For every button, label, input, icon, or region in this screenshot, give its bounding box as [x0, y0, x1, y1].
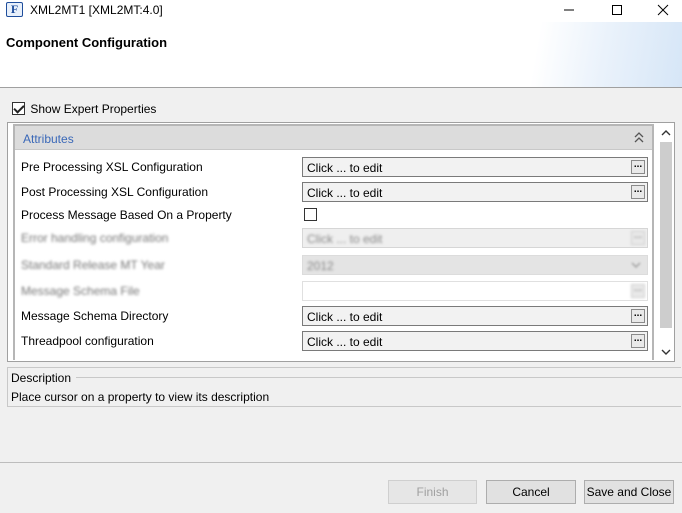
minimize-button[interactable] [546, 0, 592, 22]
property-row: Standard Release MT Year 2012 [15, 253, 652, 277]
close-icon [657, 4, 669, 16]
maximize-icon [612, 5, 622, 15]
property-value: Click ... to edit [307, 186, 383, 200]
property-row[interactable]: Process Message Based On a Property [15, 203, 652, 227]
description-divider [76, 377, 682, 378]
show-expert-label: Show Expert Properties [30, 101, 157, 116]
property-row[interactable]: Pre Processing XSL Configuration Click .… [15, 155, 652, 179]
minimize-icon [564, 9, 574, 11]
property-value-field[interactable]: Click ... to edit ... [302, 331, 648, 351]
show-expert-properties[interactable]: Show Expert Properties [12, 101, 156, 117]
property-name: Post Processing XSL Configuration [21, 185, 208, 199]
ellipsis-button[interactable]: ... [631, 185, 645, 199]
scrollbar-thumb[interactable] [660, 142, 672, 328]
close-button[interactable] [640, 0, 682, 22]
property-row[interactable]: Post Processing XSL Configuration Click … [15, 180, 652, 204]
section-attributes[interactable]: Attributes [15, 126, 652, 150]
chevron-down-icon [631, 262, 641, 268]
property-checkbox[interactable] [304, 208, 317, 221]
show-expert-checkbox[interactable] [12, 102, 25, 116]
property-value-field: Click ... to edit ... [302, 228, 648, 248]
property-select: 2012 [302, 255, 648, 275]
property-name: Error handling configuration [21, 231, 169, 245]
ellipsis-button[interactable]: ... [631, 160, 645, 174]
property-panel: Attributes Pre Processing XSL Configurat… [7, 122, 675, 362]
property-value-field[interactable]: Click ... to edit ... [302, 182, 648, 202]
property-row[interactable]: Message Schema Directory Click ... to ed… [15, 304, 652, 328]
property-sheet: Attributes Pre Processing XSL Configurat… [13, 124, 654, 360]
section-label: Attributes [23, 132, 74, 146]
ellipsis-button[interactable]: ... [631, 334, 645, 348]
property-name: Process Message Based On a Property [21, 208, 232, 222]
collapse-icon[interactable] [634, 132, 644, 144]
cancel-button[interactable]: Cancel [486, 480, 576, 504]
dialog-header: Component Configuration [0, 22, 682, 88]
ellipsis-button: ... [631, 231, 645, 245]
property-name: Standard Release MT Year [21, 258, 165, 272]
property-value-field: ... [302, 281, 648, 301]
property-name: Threadpool configuration [21, 334, 154, 348]
property-name: Message Schema File [21, 284, 140, 298]
property-value: Click ... to edit [307, 232, 383, 246]
property-value-field[interactable]: Click ... to edit ... [302, 306, 648, 326]
property-row: Error handling configuration Click ... t… [15, 226, 652, 250]
description-text: Place cursor on a property to view its d… [11, 390, 270, 404]
vertical-scrollbar[interactable] [658, 125, 674, 361]
maximize-button[interactable] [594, 0, 640, 22]
finish-button[interactable]: Finish [388, 480, 477, 504]
property-value-field[interactable]: Click ... to edit ... [302, 157, 648, 177]
app-icon: F [6, 2, 23, 17]
save-and-close-button[interactable]: Save and Close [584, 480, 674, 504]
description-title: Description [11, 371, 76, 385]
ellipsis-button: ... [631, 284, 645, 298]
dialog-footer: Finish Cancel Save and Close [0, 462, 682, 513]
scroll-up-arrow-icon[interactable] [660, 126, 672, 140]
title-bar: F XML2MT1 [XML2MT:4.0] [0, 0, 682, 22]
scroll-down-arrow-icon[interactable] [660, 345, 672, 359]
window-title: XML2MT1 [XML2MT:4.0] [30, 3, 163, 17]
property-row: Message Schema File ... [15, 279, 652, 303]
property-name: Pre Processing XSL Configuration [21, 160, 203, 174]
page-title: Component Configuration [6, 35, 168, 50]
property-value: 2012 [307, 259, 334, 273]
ellipsis-button[interactable]: ... [631, 309, 645, 323]
property-value: Click ... to edit [307, 335, 383, 349]
property-name: Message Schema Directory [21, 309, 169, 323]
property-value: Click ... to edit [307, 310, 383, 324]
property-value: Click ... to edit [307, 161, 383, 175]
property-row[interactable]: Threadpool configuration Click ... to ed… [15, 329, 652, 353]
